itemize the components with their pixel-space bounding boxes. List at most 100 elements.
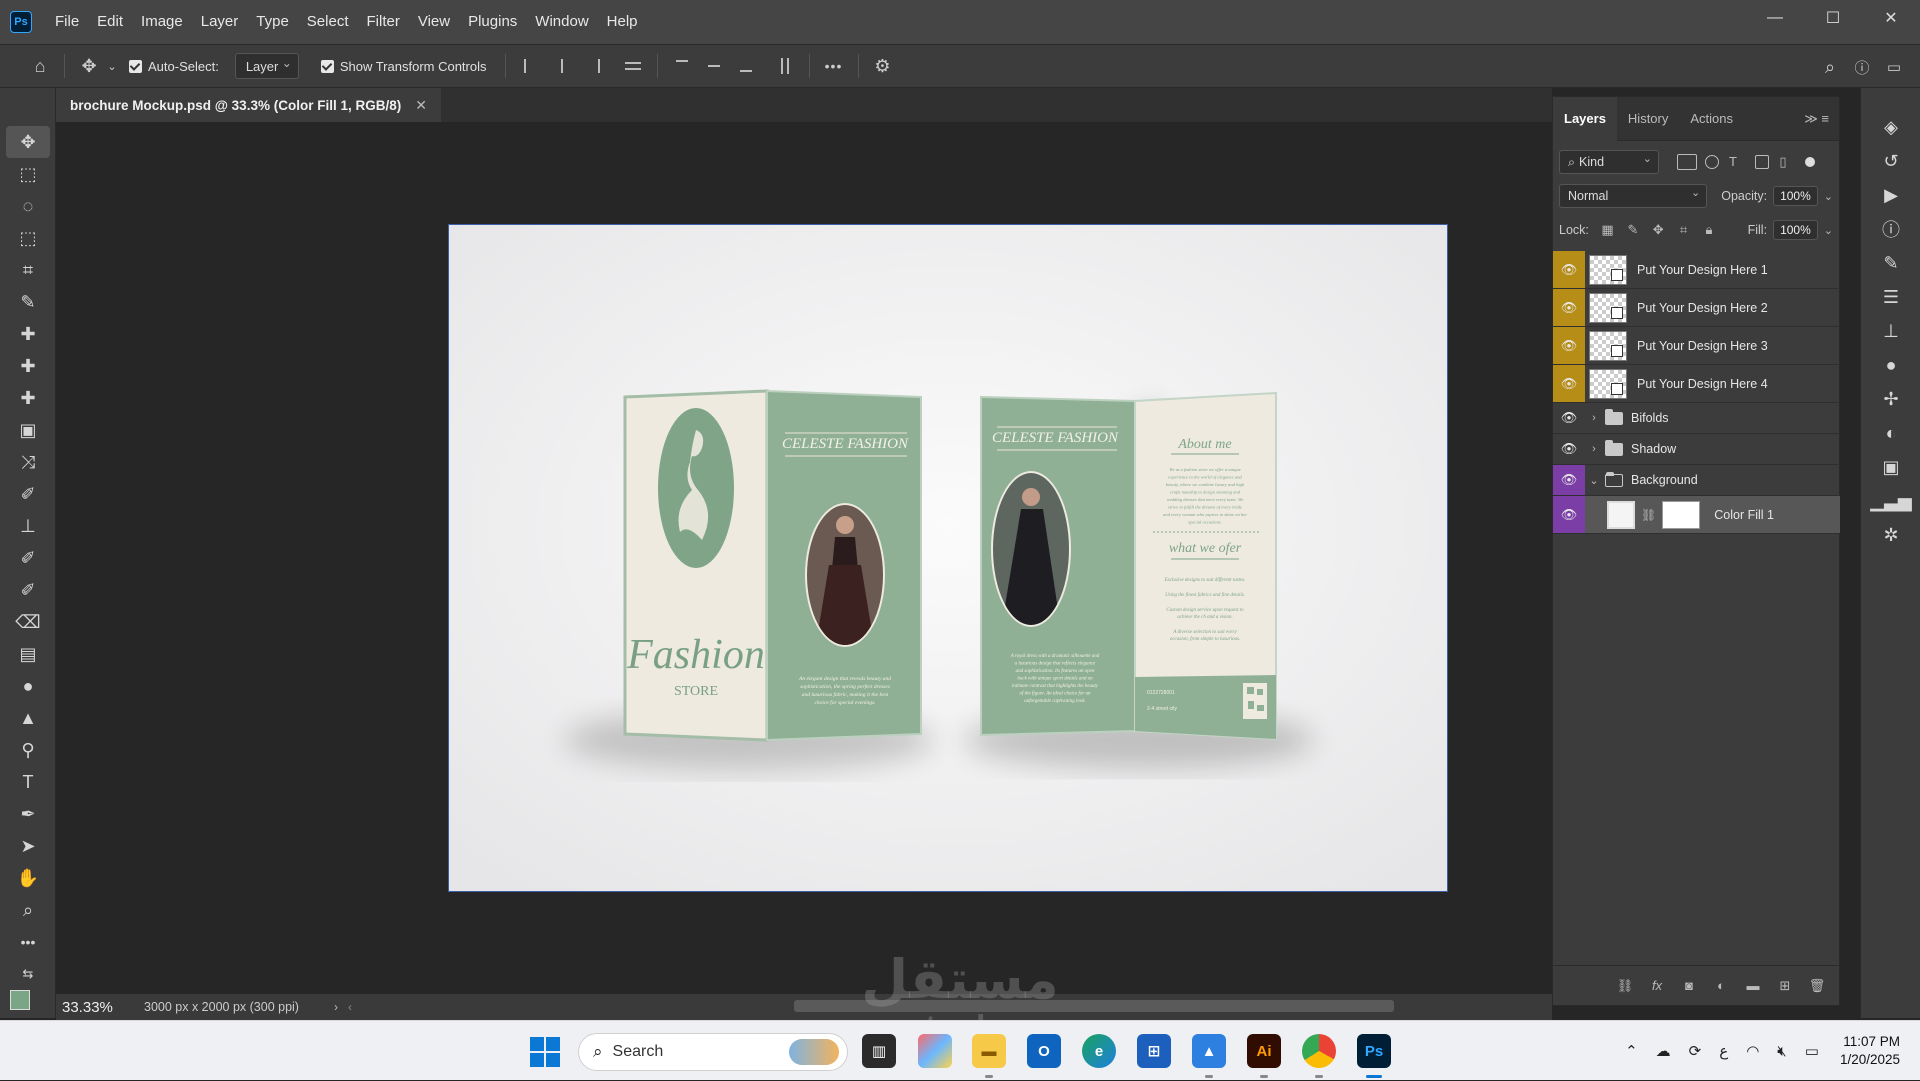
actions-play-icon[interactable]: ▶: [1861, 178, 1920, 212]
content-aware-move-tool-icon[interactable]: ⤨: [6, 446, 50, 478]
link-layers-icon[interactable]: ⛓︎: [1616, 978, 1634, 994]
pen-tool-icon[interactable]: ✒: [6, 798, 50, 830]
document-tab[interactable]: brochure Mockup.psd @ 33.3% (Color Fill …: [56, 88, 441, 122]
more-options-icon[interactable]: •••: [818, 50, 850, 82]
close-button[interactable]: ✕: [1862, 0, 1920, 36]
crop-tool-icon[interactable]: ⌗: [6, 254, 50, 286]
language-icon[interactable]: ع: [1719, 1042, 1728, 1060]
menu-edit[interactable]: Edit: [88, 0, 132, 44]
zoom-tool-icon[interactable]: ⌕: [6, 894, 50, 926]
new-layer-icon[interactable]: ⊞: [1776, 978, 1794, 994]
visibility-eye-icon[interactable]: 👁︎: [1553, 327, 1585, 364]
outlook-icon[interactable]: O: [1027, 1034, 1061, 1068]
menu-image[interactable]: Image: [132, 0, 192, 44]
lock-artboard-icon[interactable]: ⌗: [1676, 222, 1691, 238]
object-selection-tool-icon[interactable]: ⬚: [6, 222, 50, 254]
search-icon[interactable]: ⌕: [1814, 51, 1846, 83]
auto-select-checkbox[interactable]: Auto-Select:: [129, 59, 219, 74]
filter-smart-object-icon[interactable]: ▯: [1774, 154, 1792, 170]
chevron-down-icon[interactable]: ⌄: [1824, 190, 1833, 203]
color-panel-icon[interactable]: ●: [1861, 348, 1920, 382]
path-selection-tool-icon[interactable]: ➤: [6, 830, 50, 862]
home-icon[interactable]: ⌂: [24, 50, 56, 82]
visibility-eye-icon[interactable]: 👁︎: [1553, 496, 1585, 533]
stamp-tool-icon[interactable]: ⊥: [6, 510, 50, 542]
align-right-icon[interactable]: [581, 55, 607, 77]
layer-row[interactable]: 👁︎ Put Your Design Here 3: [1553, 327, 1840, 365]
mixer-brush-tool-icon[interactable]: ✐: [6, 574, 50, 606]
sync-icon[interactable]: ⟳: [1689, 1042, 1702, 1060]
auto-select-target-dropdown[interactable]: Layer: [234, 53, 299, 79]
zoom-level[interactable]: 33.33%: [56, 999, 144, 1016]
add-mask-icon[interactable]: ◙: [1680, 978, 1698, 993]
layer-group-row[interactable]: 👁︎ ⌄ Background: [1553, 465, 1840, 496]
volume-icon[interactable]: 🔇︎: [1777, 1043, 1786, 1060]
layer-row[interactable]: 👁︎ Put Your Design Here 4: [1553, 365, 1840, 403]
filter-pixel-icon[interactable]: [1677, 154, 1697, 170]
windows-start-icon[interactable]: [530, 1037, 560, 1067]
history-brush-tool-icon[interactable]: ✐: [6, 542, 50, 574]
close-tab-icon[interactable]: ✕: [415, 97, 427, 114]
layer-row[interactable]: 👁︎ Put Your Design Here 2: [1553, 289, 1840, 327]
wifi-icon[interactable]: ◠: [1746, 1042, 1759, 1060]
photos-icon[interactable]: ▲: [1192, 1034, 1226, 1068]
scroll-left-icon[interactable]: ‹: [348, 1000, 352, 1014]
maximize-button[interactable]: ☐: [1804, 0, 1862, 36]
file-explorer-icon[interactable]: ▬: [972, 1034, 1006, 1068]
layers-panel-icon[interactable]: ◈: [1861, 110, 1920, 144]
lock-position-icon[interactable]: ✥: [1651, 222, 1666, 238]
navigator-icon[interactable]: ✲: [1861, 518, 1920, 552]
edge-icon[interactable]: e: [1082, 1034, 1116, 1068]
menu-filter[interactable]: Filter: [358, 0, 409, 44]
marquee-tool-icon[interactable]: ⬚: [6, 158, 50, 190]
document-canvas[interactable]: Fashion STORE CELESTE FASHION An elegant…: [448, 224, 1448, 892]
filter-adjustment-icon[interactable]: [1705, 155, 1719, 169]
link-icon[interactable]: ⛓︎: [1641, 508, 1656, 522]
filter-toggle-icon[interactable]: [1805, 157, 1815, 167]
cloud-icon[interactable]: ☁: [1656, 1042, 1671, 1060]
history-panel-icon[interactable]: ↺: [1861, 144, 1920, 178]
lasso-tool-icon[interactable]: ◌: [6, 190, 50, 222]
brush-settings-icon[interactable]: ✎: [1861, 246, 1920, 280]
battery-icon[interactable]: ▭: [1805, 1042, 1819, 1060]
taskbar-search[interactable]: ⌕ Search: [578, 1033, 848, 1071]
hand-tool-icon[interactable]: ✋: [6, 862, 50, 894]
clock[interactable]: 11:07 PM 1/20/2025: [1840, 1033, 1900, 1069]
color-swatches[interactable]: [10, 990, 55, 1020]
chevron-up-icon[interactable]: ⌃: [1625, 1042, 1638, 1060]
visibility-eye-icon[interactable]: 👁︎: [1553, 403, 1585, 433]
eyedropper-tool-icon[interactable]: ✎: [6, 286, 50, 318]
visibility-eye-icon[interactable]: 👁︎: [1553, 365, 1585, 402]
menu-view[interactable]: View: [409, 0, 459, 44]
layer-row-selected[interactable]: 👁︎ ⛓︎ Color Fill 1: [1553, 496, 1840, 534]
gradient-tool-icon[interactable]: ▤: [6, 638, 50, 670]
microsoft-store-icon[interactable]: ⊞: [1137, 1034, 1171, 1068]
adjustment-layer-icon[interactable]: ◐: [1712, 978, 1730, 993]
blur-tool-icon[interactable]: ●: [6, 670, 50, 702]
menu-plugins[interactable]: Plugins: [459, 0, 526, 44]
lock-all-icon[interactable]: 🔒︎: [1701, 222, 1716, 238]
trash-icon[interactable]: 🗑︎: [1808, 978, 1826, 994]
blend-mode-dropdown[interactable]: Normal: [1559, 184, 1708, 208]
opacity-field[interactable]: 100%: [1773, 186, 1818, 206]
foreground-color-swatch[interactable]: [10, 990, 30, 1010]
chevron-right-icon[interactable]: ›: [1587, 412, 1601, 424]
frame-tool-icon[interactable]: ▣: [6, 414, 50, 446]
workspace-icon[interactable]: ▭: [1878, 51, 1910, 83]
panel-menu-icon[interactable]: ≫ ≡: [1804, 111, 1829, 127]
document-info[interactable]: 3000 px x 2000 px (300 ppi): [144, 1000, 334, 1014]
tab-layers[interactable]: Layers: [1553, 96, 1617, 141]
chevron-right-icon[interactable]: ›: [334, 1000, 338, 1014]
adjustments-icon[interactable]: ☰: [1861, 280, 1920, 314]
tab-actions[interactable]: Actions: [1679, 97, 1744, 141]
type-tool-icon[interactable]: T: [6, 766, 50, 798]
lock-transparent-icon[interactable]: ▦: [1600, 222, 1615, 238]
histogram-icon[interactable]: ▁▃▅: [1861, 484, 1920, 518]
align-center-horizontal-icon[interactable]: [549, 55, 575, 77]
distribute-icon[interactable]: [620, 55, 646, 77]
menu-help[interactable]: Help: [598, 0, 647, 44]
chevron-down-icon[interactable]: ⌄: [105, 50, 119, 82]
layer-row[interactable]: 👁︎ Put Your Design Here 1: [1553, 251, 1840, 289]
edit-toolbar-icon[interactable]: •••: [6, 926, 50, 958]
chrome-icon[interactable]: [1302, 1034, 1336, 1068]
